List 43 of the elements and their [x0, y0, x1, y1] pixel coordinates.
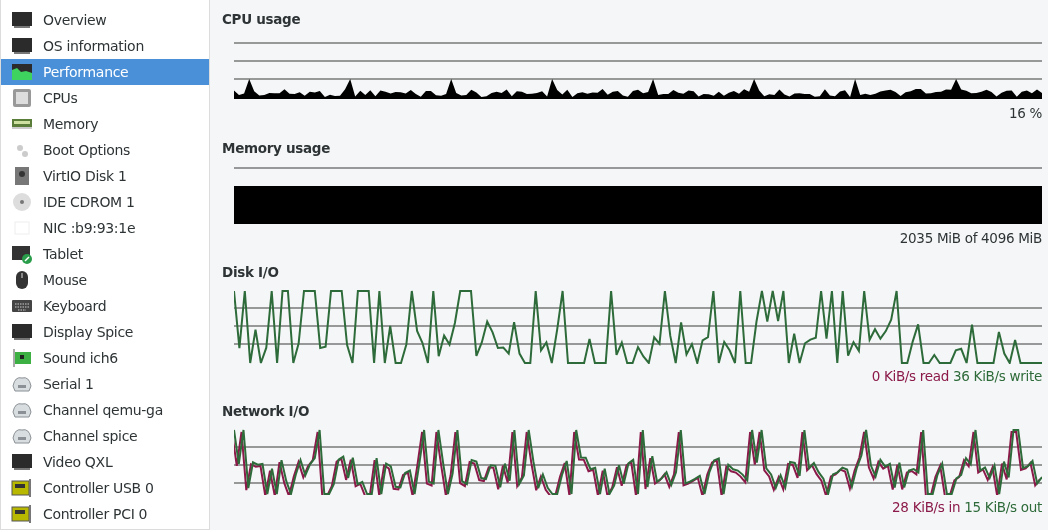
- card-icon: [11, 478, 33, 498]
- sidebar-item[interactable]: NIC :b9:93:1e: [1, 215, 209, 241]
- sidebar-item[interactable]: Memory: [1, 111, 209, 137]
- legend-label: 0 KiB/s read: [871, 368, 950, 385]
- chip-icon: [11, 88, 33, 108]
- sidebar-item[interactable]: OS information: [1, 33, 209, 59]
- chart-icon: [11, 62, 33, 82]
- sidebar-item[interactable]: Channel spice: [1, 423, 209, 449]
- sidebar-item[interactable]: VirtIO Disk 1: [1, 163, 209, 189]
- sidebar-item[interactable]: Overview: [1, 7, 209, 33]
- sidebar-item[interactable]: Boot Options: [1, 137, 209, 163]
- monitor-icon: [11, 452, 33, 472]
- graph-title: Network I/O: [222, 401, 311, 421]
- monitor-icon: [11, 10, 33, 30]
- sidebar-item[interactable]: Sound ich6: [1, 345, 209, 371]
- sidebar-item[interactable]: Channel qemu-ga: [1, 397, 209, 423]
- legend-label: 15 KiB/s out: [964, 498, 1042, 515]
- sidebar-item[interactable]: Keyboard: [1, 293, 209, 319]
- sidebar-item[interactable]: Display Spice: [1, 319, 209, 345]
- monitor-icon: [11, 36, 33, 56]
- monitor-icon: [11, 322, 33, 342]
- sidebar-item[interactable]: Tablet: [1, 241, 209, 267]
- sidebar-item[interactable]: Serial 1: [1, 371, 209, 397]
- legend-label: 28 KiB/s in: [892, 498, 961, 515]
- disc-icon: [11, 192, 33, 212]
- sidebar-item[interactable]: IDE CDROM 1: [1, 189, 209, 215]
- sidebar-item[interactable]: Controller USB 0: [1, 475, 209, 501]
- sidebar-item[interactable]: CPUs: [1, 85, 209, 111]
- card-icon: [11, 504, 33, 524]
- legend-label: 16 %: [1008, 105, 1042, 122]
- tablet-icon: [11, 244, 33, 264]
- sidebar-item[interactable]: Controller PCI 0: [1, 501, 209, 527]
- sound-card-icon: [11, 348, 33, 368]
- legend-label: 36 KiB/s write: [953, 368, 1042, 385]
- graph-title: Disk I/O: [222, 263, 280, 282]
- graph-title: CPU usage: [222, 10, 302, 29]
- cable-icon: [11, 374, 33, 394]
- sidebar-item[interactable]: Mouse: [1, 267, 209, 293]
- cable-icon: [11, 400, 33, 420]
- legend-label: 2035 MiB of 4096 MiB: [899, 229, 1042, 246]
- cable-icon: [11, 426, 33, 446]
- graph-title: Memory usage: [222, 138, 332, 158]
- sidebar-item[interactable]: Video QXL: [1, 449, 209, 475]
